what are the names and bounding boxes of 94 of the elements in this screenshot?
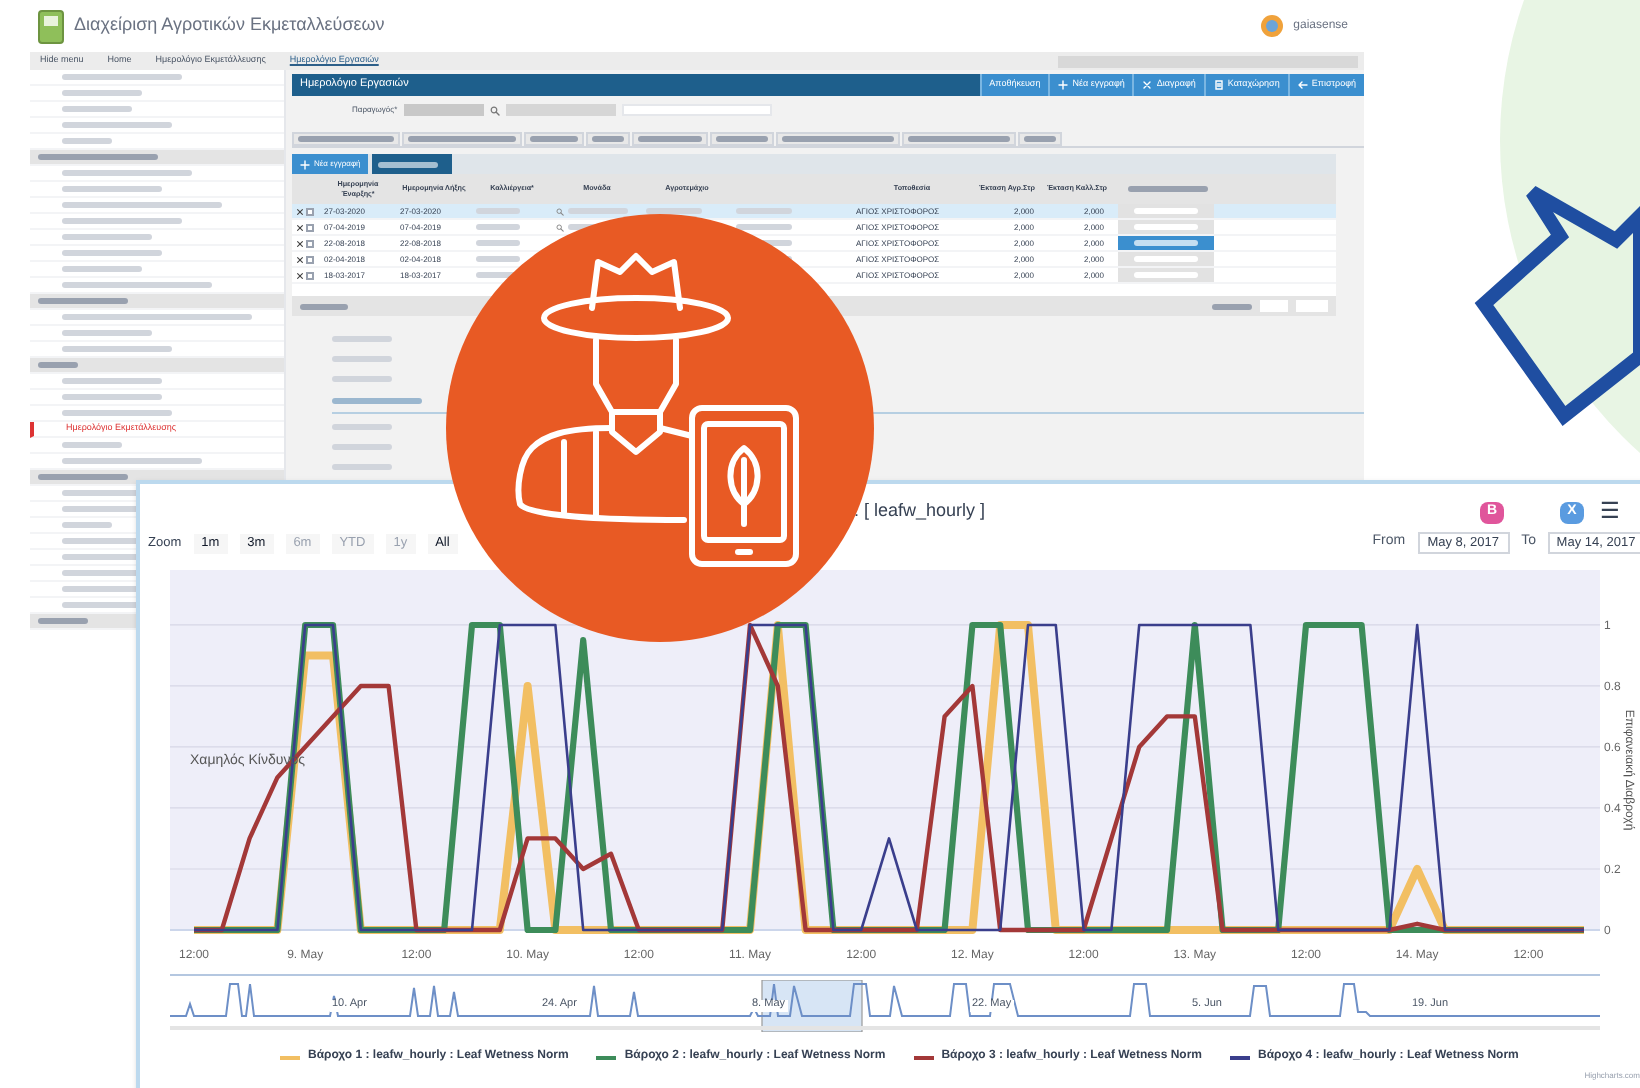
- blurred-text-drawing: [62, 330, 152, 336]
- blurred-text-drawing: [530, 136, 578, 142]
- blurred-text-drawing: [1212, 303, 1252, 309]
- input-field[interactable]: [1058, 55, 1358, 67]
- row-checkbox[interactable]: [306, 255, 314, 263]
- search-icon: [556, 223, 564, 231]
- close-icon[interactable]: [295, 271, 303, 279]
- blurred-text-drawing: [62, 378, 162, 384]
- blurred-text-drawing: [62, 138, 112, 144]
- blurred-text-drawing: [62, 90, 142, 96]
- blurred-text-drawing: [38, 154, 158, 160]
- blurred-text-drawing: [1134, 240, 1198, 246]
- document-icon: [1213, 80, 1224, 90]
- blurred-text-drawing: [592, 136, 624, 142]
- blurred-text-drawing: [332, 424, 392, 430]
- close-icon[interactable]: [295, 255, 303, 263]
- search-icon: [489, 105, 500, 115]
- blurred-text-drawing: [908, 136, 1010, 142]
- back-arrow-icon: [1297, 80, 1308, 90]
- dropdown-option[interactable]: [1118, 220, 1214, 234]
- row-checkbox[interactable]: [306, 239, 314, 247]
- blurred-text-drawing: [782, 136, 894, 142]
- tab[interactable]: [632, 132, 708, 146]
- tab[interactable]: [902, 132, 1016, 146]
- blurred-text-drawing: [62, 122, 172, 128]
- search-icon: [556, 207, 564, 215]
- blurred-text-drawing: [62, 410, 172, 416]
- blurred-text-drawing: [476, 224, 520, 230]
- tab[interactable]: [776, 132, 900, 146]
- chart-title: : [ leafw_hourly ]: [854, 498, 986, 524]
- input-field[interactable]: [403, 104, 484, 116]
- blurred-text-drawing: [332, 397, 422, 403]
- tab[interactable]: [586, 132, 630, 146]
- blurred-text-drawing: [62, 170, 192, 176]
- blurred-text-drawing: [62, 394, 162, 400]
- blurred-text-drawing: [62, 106, 132, 112]
- row-checkbox[interactable]: [306, 271, 314, 279]
- filter-button[interactable]: [372, 154, 453, 174]
- blurred-text-drawing: [332, 356, 392, 362]
- blurred-text-drawing: [378, 161, 439, 167]
- blurred-text-drawing: [1024, 136, 1056, 142]
- blurred-text-drawing: [38, 618, 88, 624]
- blurred-text-drawing: [62, 458, 202, 464]
- blurred-text-drawing: [476, 256, 520, 262]
- dropdown-option[interactable]: [1118, 268, 1214, 282]
- dropdown-option[interactable]: [1118, 236, 1214, 250]
- tab[interactable]: [1018, 132, 1062, 146]
- tab[interactable]: [292, 132, 400, 146]
- blurred-text-drawing: [62, 74, 182, 80]
- blurred-text-drawing: [476, 240, 520, 246]
- blurred-text-drawing: [716, 136, 768, 142]
- tab[interactable]: [524, 132, 584, 146]
- close-icon[interactable]: [295, 239, 303, 247]
- row-checkbox[interactable]: [306, 207, 314, 215]
- input-field[interactable]: [621, 104, 772, 116]
- blurred-text-drawing: [736, 224, 792, 230]
- blurred-text-drawing: [332, 464, 392, 470]
- blurred-text-drawing: [62, 266, 142, 272]
- blurred-text-drawing: [62, 234, 152, 240]
- blurred-text-drawing: [62, 554, 142, 560]
- blurred-text-drawing: [1127, 186, 1207, 192]
- blurred-text-drawing: [62, 186, 162, 192]
- plus-icon: [1058, 80, 1069, 90]
- blurred-text-drawing: [332, 336, 392, 342]
- blurred-text-drawing: [300, 303, 348, 309]
- blurred-text-drawing: [638, 136, 702, 142]
- dropdown-option[interactable]: [1118, 204, 1214, 218]
- blurred-text-drawing: [38, 298, 128, 304]
- app-title: Διαχείριση Αγροτικών Εκμεταλλεύσεων: [74, 12, 385, 39]
- blurred-text-drawing: [298, 136, 394, 142]
- blurred-text-drawing: [332, 376, 392, 382]
- blurred-text-drawing: [38, 362, 78, 368]
- blurred-text-drawing: [408, 136, 516, 142]
- blurred-text-drawing: [38, 474, 128, 480]
- close-icon[interactable]: [295, 207, 303, 215]
- blurred-text-drawing: [62, 522, 112, 528]
- page-field[interactable]: [1296, 300, 1328, 312]
- blurred-text-drawing: [332, 444, 392, 450]
- blurred-text-drawing: [646, 208, 702, 214]
- document-icon: [38, 9, 64, 43]
- close-icon[interactable]: [295, 223, 303, 231]
- blurred-text-drawing: [62, 490, 142, 496]
- blurred-text-drawing: [62, 250, 162, 256]
- tab[interactable]: [402, 132, 522, 146]
- plus-icon: [300, 159, 310, 169]
- close-icon: [1142, 80, 1153, 90]
- tab[interactable]: [710, 132, 774, 146]
- blurred-text-drawing: [62, 218, 182, 224]
- input-field[interactable]: [505, 104, 616, 116]
- logo-icon: [1259, 14, 1284, 38]
- blurred-text-drawing: [62, 346, 172, 352]
- blurred-text-drawing: [62, 442, 122, 448]
- dropdown-option[interactable]: [1118, 252, 1214, 266]
- row-checkbox[interactable]: [306, 223, 314, 231]
